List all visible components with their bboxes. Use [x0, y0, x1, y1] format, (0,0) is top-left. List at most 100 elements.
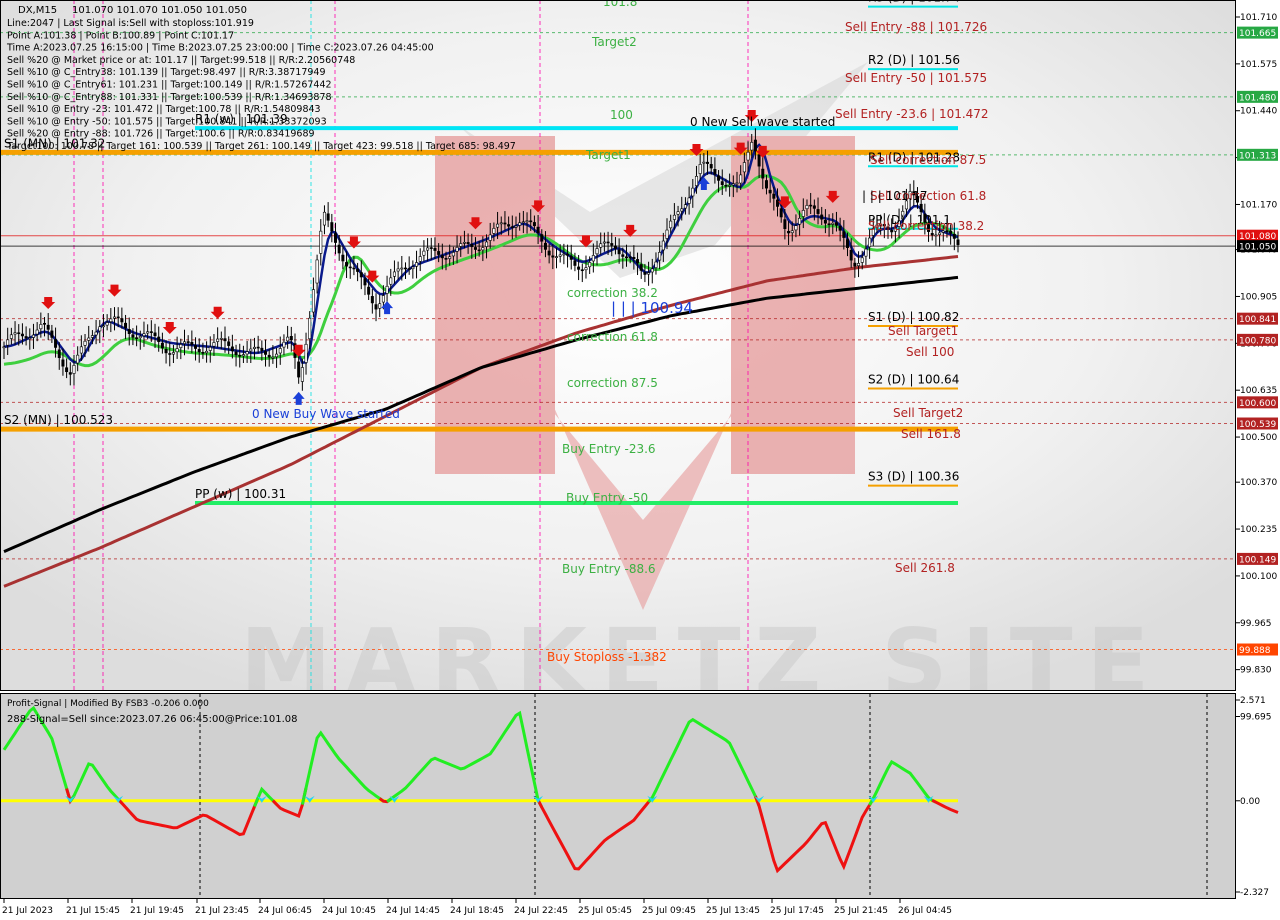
x-tick-label-14: 26 Jul 04:45 [898, 906, 952, 916]
candle-body-159 [588, 262, 592, 268]
candle-body-169 [624, 256, 628, 259]
candle-body-118 [437, 251, 441, 255]
candle-body-72 [267, 354, 271, 358]
candle-body-74 [275, 353, 279, 358]
candle-body-120 [444, 258, 448, 260]
candle-body-58 [216, 338, 220, 342]
indicator-signal-text: 288-Signal=Sell since:2023.07.26 06:45:0… [7, 714, 297, 725]
candle-body-154 [569, 255, 573, 260]
candle-body-64 [238, 355, 242, 357]
candle-body-206 [761, 168, 765, 179]
candle-body-205 [757, 154, 761, 167]
annotation-25: 101.8 [603, 0, 637, 9]
candle-body-40 [149, 331, 153, 333]
level-label-1: R2 (D) | 101.56 [868, 53, 960, 67]
annotation-16: Sell correction 87.5 [870, 153, 986, 167]
y-tick-label-15: 99.695 [1240, 713, 1272, 723]
annotation-21: Sell 100 [906, 345, 954, 359]
candle-body-100 [370, 296, 374, 304]
axis-strip [1236, 0, 1280, 920]
candle-body-166 [613, 245, 617, 249]
candle-body-62 [230, 346, 234, 352]
candle-body-162 [599, 243, 603, 248]
candle-body-86 [319, 230, 323, 254]
candle-body-35 [131, 334, 135, 338]
candle-body-193 [713, 169, 717, 175]
candle-body-69 [256, 346, 260, 349]
y-tick-label-0: 101.710 [1240, 13, 1277, 23]
level-label-10: S2 (MN) | 100.523 [4, 413, 113, 427]
candle-body-105 [389, 277, 393, 285]
candle-body-139 [514, 225, 518, 228]
candle-body-83 [308, 317, 312, 340]
candle-body-3 [13, 332, 17, 335]
candle-body-99 [367, 286, 371, 295]
candle-body-49 [182, 341, 186, 344]
x-tick-label-9: 25 Jul 05:45 [578, 906, 632, 916]
candle-body-195 [720, 181, 724, 185]
info-line-1: Point A:101.38 | Point B:100.89 | Point … [7, 30, 234, 41]
candle-body-145 [536, 226, 540, 233]
candle-body-59 [219, 338, 223, 340]
candle-body-90 [334, 233, 338, 243]
candle-body-56 [208, 346, 212, 351]
candle-body-60 [223, 338, 227, 342]
candle-body-34 [127, 329, 131, 334]
candle-body-42 [157, 336, 161, 342]
candle-body-87 [322, 211, 326, 226]
candle-body-137 [507, 224, 511, 227]
x-tick-label-0: 21 Jul 2023 [2, 906, 53, 916]
candle-body-75 [278, 348, 282, 354]
candle-body-115 [426, 247, 430, 251]
x-tick-label-8: 24 Jul 22:45 [514, 906, 568, 916]
candle-body-225 [831, 222, 835, 225]
candle-body-224 [827, 223, 831, 226]
candle-body-0 [2, 346, 6, 349]
candle-body-149 [551, 255, 555, 258]
candle-body-221 [816, 209, 820, 214]
y-tick-label-4: 101.170 [1240, 200, 1277, 210]
candle-body-11 [43, 322, 47, 325]
candle-body-66 [245, 351, 249, 355]
level-label-8: PP (w) | 100.31 [195, 487, 286, 501]
candle-body-95 [352, 267, 356, 270]
candle-body-200 [739, 174, 743, 184]
indicator-y-label-2: -2.327 [1240, 888, 1269, 898]
ohlc-header: 101.070 101.070 101.050 101.050 [72, 5, 247, 16]
candle-body-160 [591, 255, 595, 262]
candle-body-12 [46, 324, 50, 330]
candle-body-213 [787, 230, 791, 234]
candle-body-9 [35, 329, 39, 335]
candle-body-184 [680, 208, 684, 212]
price-tag-4: 101.050 [1239, 243, 1276, 253]
candle-body-127 [470, 244, 474, 248]
candle-body-230 [849, 249, 853, 261]
y-tick-label-12: 100.100 [1240, 572, 1277, 582]
candle-body-22 [83, 340, 87, 346]
candle-body-126 [466, 242, 470, 245]
candle-body-88 [326, 213, 330, 221]
candle-body-148 [547, 250, 551, 256]
candle-body-171 [632, 256, 636, 259]
candle-body-107 [396, 268, 400, 272]
candle-body-132 [488, 234, 492, 241]
level-label-6: S3 (D) | 100.36 [868, 470, 959, 484]
candle-body-26 [98, 326, 102, 332]
candle-body-226 [834, 222, 838, 226]
annotation-5: correction 61.8 [567, 330, 658, 344]
candle-body-229 [845, 239, 849, 248]
candle-body-93 [345, 262, 349, 267]
candle-body-28 [105, 322, 109, 326]
candle-body-223 [823, 219, 827, 224]
candle-body-50 [186, 341, 190, 343]
candle-body-6 [24, 336, 28, 339]
candle-body-147 [543, 242, 547, 250]
candle-body-78 [289, 336, 293, 341]
candle-body-114 [422, 250, 426, 256]
candle-body-207 [764, 180, 768, 189]
price-tag-5: 100.841 [1239, 315, 1276, 325]
candle-body-8 [31, 334, 35, 338]
candle-body-151 [558, 254, 562, 257]
candle-body-227 [838, 226, 842, 231]
candle-body-197 [728, 185, 732, 187]
